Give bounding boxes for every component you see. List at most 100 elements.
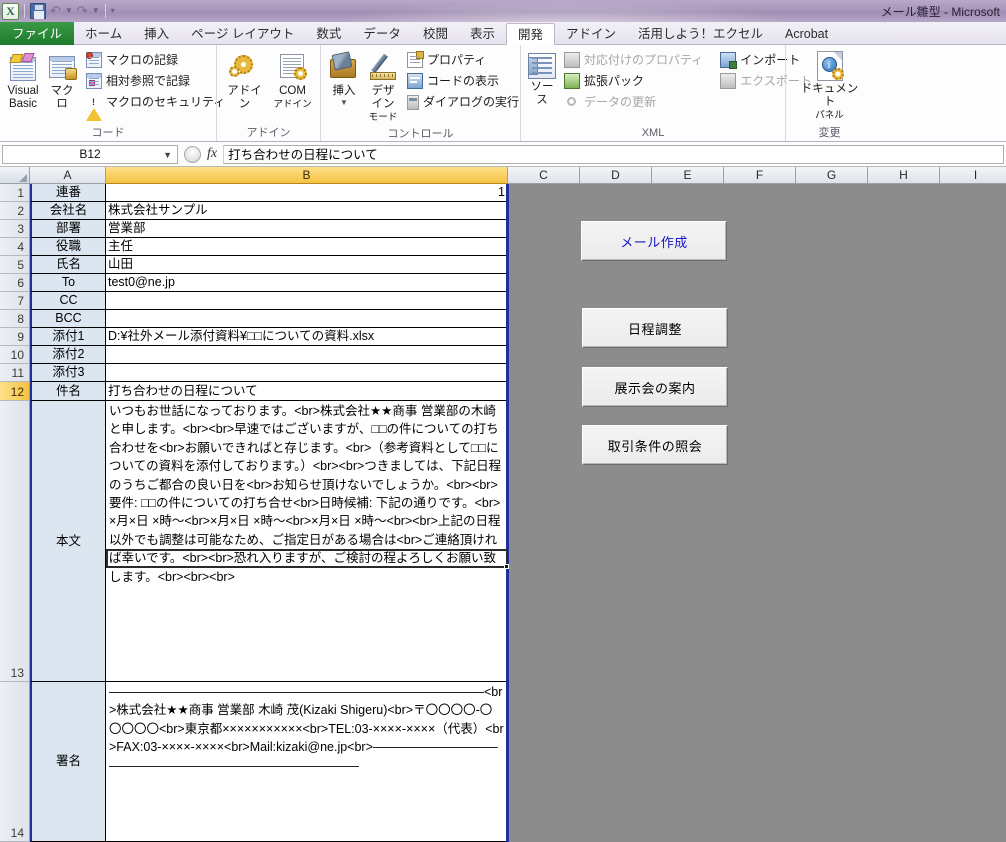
cell-A2[interactable]: 会社名: [30, 202, 106, 220]
customize-qat-icon[interactable]: ▾: [111, 3, 115, 19]
row-header-10[interactable]: 10: [0, 346, 30, 364]
ribbon-tab-5[interactable]: データ: [352, 22, 412, 45]
row-header-8[interactable]: 8: [0, 310, 30, 328]
row-header-3[interactable]: 3: [0, 220, 30, 238]
name-box-value: B12: [79, 147, 101, 161]
cell-A12[interactable]: 件名: [30, 382, 106, 401]
cell-B5[interactable]: 山田: [106, 256, 508, 274]
ribbon-tab-4[interactable]: 数式: [305, 22, 352, 45]
row-header-9[interactable]: 9: [0, 328, 30, 346]
cell-B2[interactable]: 株式会社サンプル: [106, 202, 508, 220]
cell-B12[interactable]: 打ち合わせの日程について: [106, 382, 508, 401]
cell-A6[interactable]: To: [30, 274, 106, 292]
properties-button[interactable]: プロパティ: [404, 50, 524, 70]
cell-A8[interactable]: BCC: [30, 310, 106, 328]
row-header-5[interactable]: 5: [0, 256, 30, 274]
name-box-dropdown-icon[interactable]: ▼: [163, 150, 172, 160]
cell-A13[interactable]: 本文: [30, 401, 106, 682]
ribbon-tab-10[interactable]: 活用しよう！エクセル: [627, 22, 774, 45]
row-header-6[interactable]: 6: [0, 274, 30, 292]
ribbon-tab-6[interactable]: 校閲: [412, 22, 459, 45]
ribbon-tab-11[interactable]: Acrobat: [774, 22, 839, 45]
cell-A1[interactable]: 連番: [30, 184, 106, 202]
cell-B7[interactable]: [106, 292, 508, 310]
insert-function-icon[interactable]: fx: [207, 146, 217, 162]
ribbon-tab-9[interactable]: アドイン: [555, 22, 627, 45]
document-panel-button[interactable]: i ドキュメント パネル: [794, 48, 866, 125]
ribbon-tab-1[interactable]: ホーム: [74, 22, 133, 45]
visual-basic-button[interactable]: Visual Basic: [5, 48, 41, 114]
column-header-H[interactable]: H: [868, 167, 940, 184]
column-header-D[interactable]: D: [580, 167, 652, 184]
excel-logo-icon[interactable]: X: [2, 2, 19, 20]
row-header-14[interactable]: 14: [0, 682, 30, 842]
column-header-G[interactable]: G: [796, 167, 868, 184]
com-add-ins-button[interactable]: COM アドイン: [270, 48, 315, 114]
undo-dropdown-icon[interactable]: ▼: [65, 3, 73, 19]
cell-B11[interactable]: [106, 364, 508, 382]
form-button-1[interactable]: 日程調整: [582, 308, 728, 348]
form-button-3[interactable]: 取引条件の照会: [582, 425, 728, 465]
formula-input[interactable]: 打ち合わせの日程について: [223, 144, 1004, 164]
redo-icon[interactable]: ↷: [76, 3, 89, 19]
cell-B14[interactable]: ――――――――――――――――――――――――――――――<br>株式会社★★…: [106, 682, 508, 842]
cell-B3[interactable]: 営業部: [106, 220, 508, 238]
column-header-B[interactable]: B: [106, 167, 508, 184]
relative-reference-button[interactable]: 相対参照で記録: [83, 71, 230, 91]
macro-button[interactable]: マクロ: [44, 48, 80, 114]
cell-B13[interactable]: いつもお世話になっております。<br>株式会社★★商事 営業部の木崎と申します。…: [106, 401, 508, 682]
design-mode-button[interactable]: デザイン モード: [365, 48, 401, 127]
map-properties-button[interactable]: 対応付けのプロパティ: [561, 50, 708, 70]
expansion-packs-button[interactable]: 拡張パック: [561, 71, 708, 91]
ribbon-tab-3[interactable]: ページ レイアウト: [180, 22, 305, 45]
row-header-7[interactable]: 7: [0, 292, 30, 310]
cell-B8[interactable]: [106, 310, 508, 328]
row-header-13[interactable]: 13: [0, 401, 30, 682]
row-header-12[interactable]: 12: [0, 382, 30, 401]
cell-A10[interactable]: 添付2: [30, 346, 106, 364]
column-header-F[interactable]: F: [724, 167, 796, 184]
cell-A14[interactable]: 署名: [30, 682, 106, 842]
cell-A11[interactable]: 添付3: [30, 364, 106, 382]
ribbon-tab-7[interactable]: 表示: [459, 22, 506, 45]
name-box[interactable]: B12 ▼: [2, 144, 178, 164]
form-button-2[interactable]: 展示会の案内: [582, 367, 728, 407]
cell-A4[interactable]: 役職: [30, 238, 106, 256]
select-all-corner[interactable]: [0, 167, 30, 184]
row-header-1[interactable]: 1: [0, 184, 30, 202]
expand-formula-bar-icon[interactable]: [184, 145, 201, 163]
ribbon-tab-0[interactable]: ファイル: [0, 22, 75, 45]
insert-control-dropdown-icon[interactable]: ▼: [340, 98, 348, 107]
row-header-11[interactable]: 11: [0, 364, 30, 382]
refresh-data-button[interactable]: データの更新: [561, 92, 708, 112]
insert-control-button[interactable]: 挿入 ▼: [326, 48, 362, 110]
column-header-A[interactable]: A: [30, 167, 106, 184]
undo-icon[interactable]: ↶: [49, 3, 62, 19]
cell-A5[interactable]: 氏名: [30, 256, 106, 274]
cell-B9[interactable]: D:¥社外メール添付資料¥□□についての資料.xlsx: [106, 328, 508, 346]
redo-dropdown-icon[interactable]: ▼: [92, 3, 100, 19]
column-header-I[interactable]: I: [940, 167, 1006, 184]
xml-source-button[interactable]: ソース: [526, 48, 558, 110]
cell-B10[interactable]: [106, 346, 508, 364]
cell-A7[interactable]: CC: [30, 292, 106, 310]
run-dialog-button[interactable]: ダイアログの実行: [404, 92, 524, 112]
column-header-C[interactable]: C: [508, 167, 580, 184]
ribbon-tab-8[interactable]: 開発: [505, 23, 555, 45]
cell-A3[interactable]: 部署: [30, 220, 106, 238]
cell-A9[interactable]: 添付1: [30, 328, 106, 346]
ribbon-tab-2[interactable]: 挿入: [133, 22, 180, 45]
macro-security-button[interactable]: マクロのセキュリティ: [83, 92, 230, 121]
row-header-2[interactable]: 2: [0, 202, 30, 220]
cell-B6[interactable]: test0@ne.jp: [106, 274, 508, 292]
cell-B1[interactable]: 1: [106, 184, 508, 202]
row-header-4[interactable]: 4: [0, 238, 30, 256]
form-button-0[interactable]: メール作成: [581, 221, 727, 261]
column-header-E[interactable]: E: [652, 167, 724, 184]
quick-access-toolbar[interactable]: X ↶ ▼ ↷ ▼ ▾: [2, 1, 115, 21]
record-macro-button[interactable]: マクロの記録: [83, 50, 230, 70]
add-ins-button[interactable]: アドイン: [222, 48, 267, 114]
view-code-button[interactable]: コードの表示: [404, 71, 524, 91]
cell-B4[interactable]: 主任: [106, 238, 508, 256]
save-icon[interactable]: [30, 3, 46, 19]
